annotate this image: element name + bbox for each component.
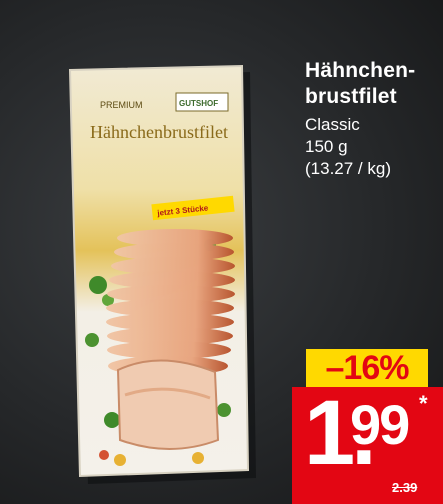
product-unit-price: (13.27 / kg) — [305, 159, 391, 178]
price-footnote-star: * — [419, 391, 428, 416]
price-box: 1. 99 * 2.39 — [292, 383, 443, 504]
price-decimals: 99 — [350, 393, 410, 456]
meat-slices — [106, 229, 235, 450]
package-brand-logo: GUTSHOF — [179, 99, 218, 108]
product-weight: 150 g — [305, 137, 348, 156]
old-price: 2.39 — [392, 480, 418, 495]
product-title-line-1: Hähnchen- — [305, 59, 416, 82]
product-card: PREMIUM GUTSHOF Hähnchenbrustfilet jetzt… — [0, 0, 443, 504]
product-info: Hähnchen- brustfilet Classic 150 g (13.2… — [305, 58, 415, 180]
product-variant: Classic — [305, 115, 360, 134]
package-product-name: Hähnchenbrustfilet — [90, 122, 228, 142]
product-package-image: PREMIUM GUTSHOF Hähnchenbrustfilet jetzt… — [68, 64, 256, 484]
product-title-line-2: brustfilet — [305, 85, 397, 108]
package-brand-small: PREMIUM — [100, 100, 143, 110]
